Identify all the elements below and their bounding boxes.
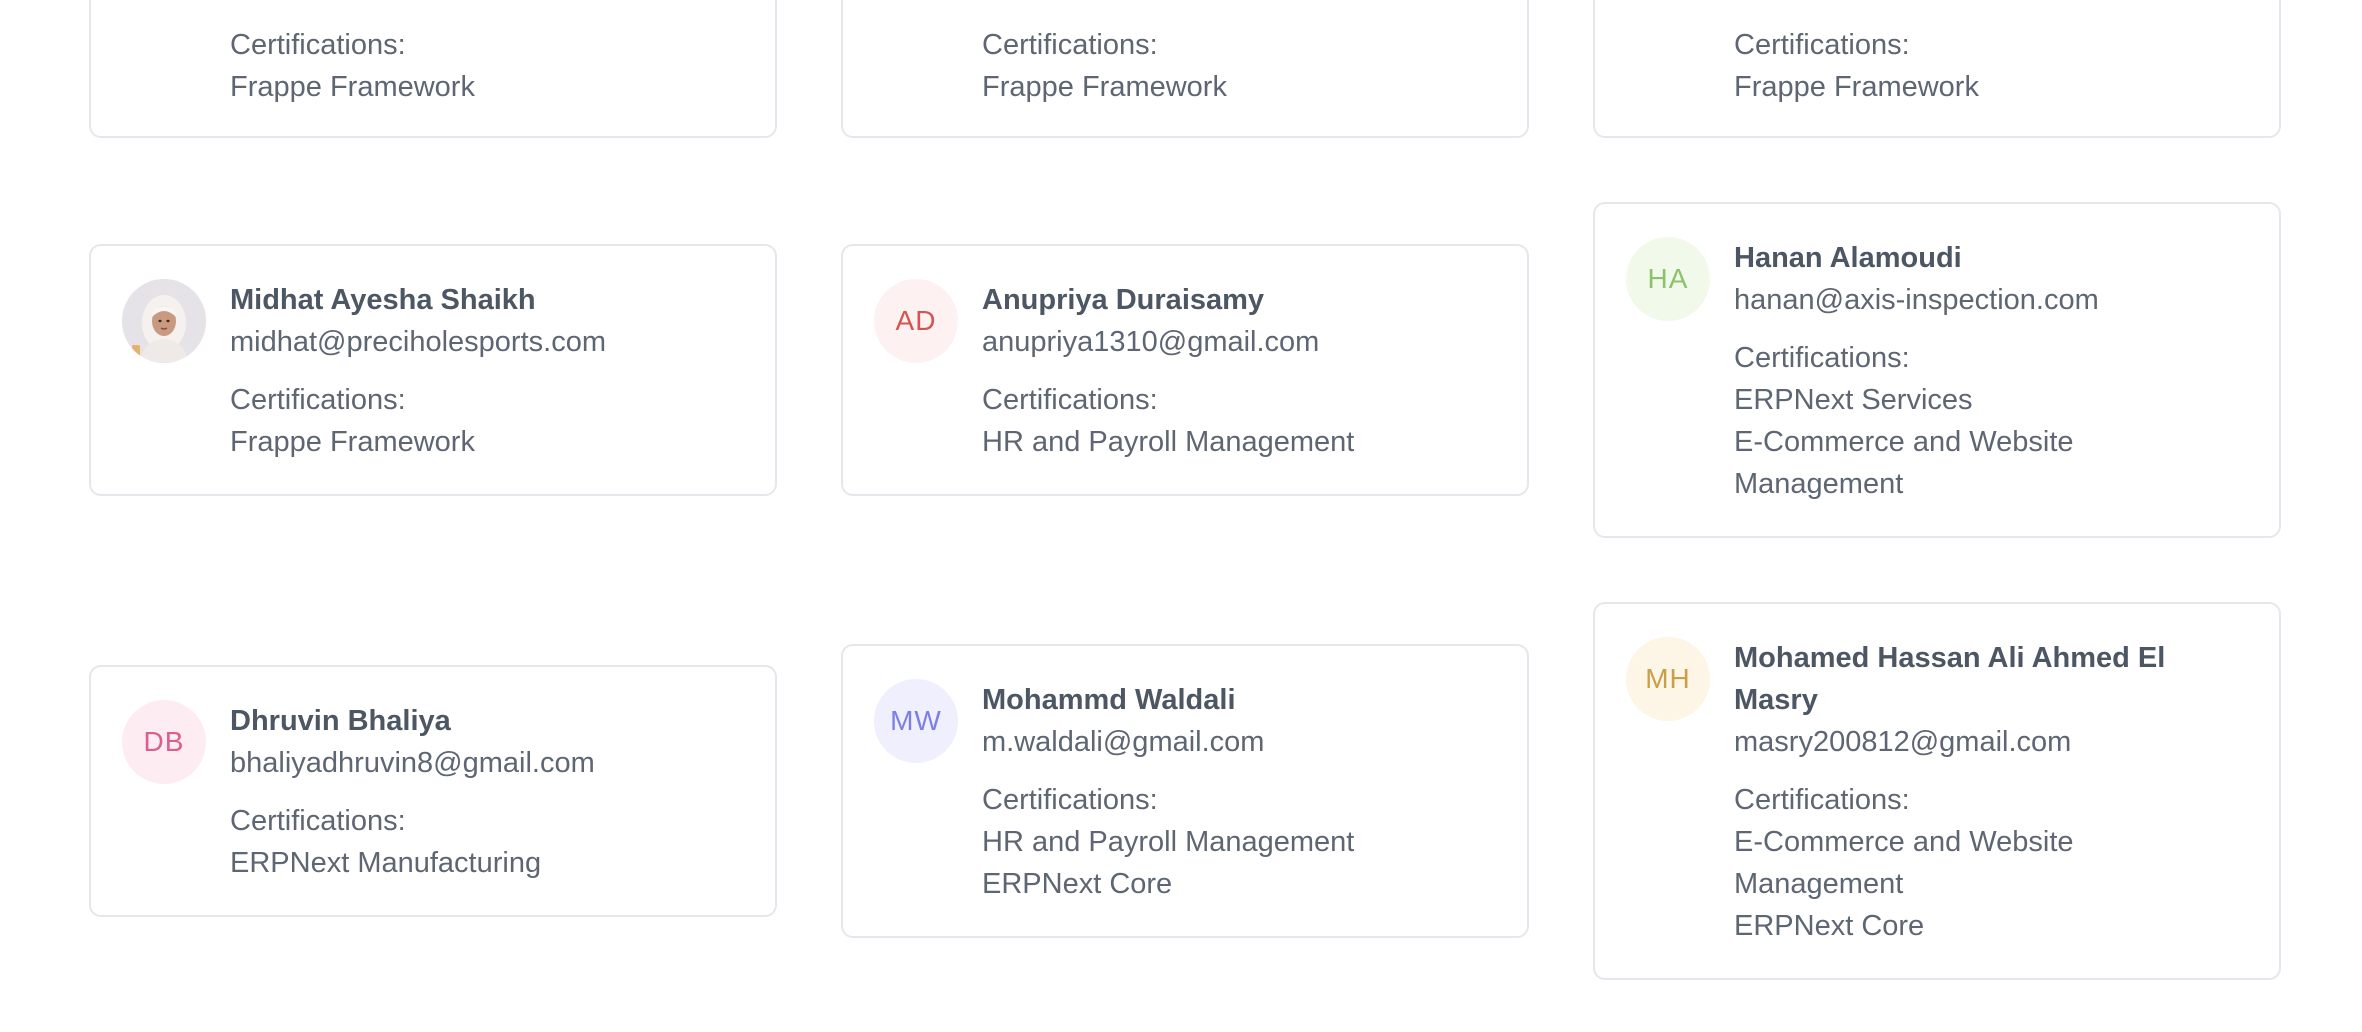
avatar: MH [1626,637,1710,721]
member-email: hanan@axis-inspection.com [1734,284,2099,316]
member-email: anupriya1310@gmail.com [982,326,1320,358]
member-name[interactable]: Mohamed Hassan Ali Ahmed El Masry [1734,637,2239,721]
certifications-label: Certifications: [1734,342,1910,374]
certifications-label: Certifications: [982,784,1158,816]
member-card[interactable]: MW Mohammd Waldali m.waldali@gmail.com C… [841,644,1529,938]
certification-item: ERPNext Services [1734,384,1973,416]
member-card[interactable]: HA Hanan Alamoudi hanan@axis-inspection.… [1593,202,2281,538]
certification-item: E-Commerce and Website Management [1734,426,2074,500]
member-card[interactable]: DB Dhruvin Bhaliya bhaliyadhruvin8@gmail… [89,665,777,917]
certifications-label: Certifications: [1734,29,1910,61]
member-email: midhat@preciholesports.com [230,326,606,358]
member-name[interactable]: Anupriya Duraisamy [982,279,1487,321]
certifications-label: Certifications: [230,805,406,837]
certification-item: ERPNext Manufacturing [230,847,542,879]
certification-item: E-Commerce and Website Management [1734,826,2074,900]
member-card[interactable]: Certifications: Frappe Framework [1593,0,2281,138]
certification-item: Frappe Framework [982,71,1227,103]
certifications-label: Certifications: [230,384,406,416]
member-email: masry200812@gmail.com [1734,726,2072,758]
person-photo-icon [122,279,206,363]
member-card[interactable]: MH Mohamed Hassan Ali Ahmed El Masry mas… [1593,602,2281,980]
certifications-label: Certifications: [982,384,1158,416]
member-card[interactable]: Certifications: Frappe Framework [841,0,1529,138]
partner-certifications-grid: Certifications: Frappe Framework Certifi… [0,0,2362,1032]
certification-item: Frappe Framework [230,426,475,458]
member-name[interactable]: Dhruvin Bhaliya [230,700,735,742]
certifications-label: Certifications: [230,29,406,61]
certification-item: Frappe Framework [1734,71,1979,103]
member-card[interactable]: AD Anupriya Duraisamy anupriya1310@gmail… [841,244,1529,496]
avatar-initials: MW [890,705,942,736]
certification-item: Frappe Framework [230,71,475,103]
avatar-initials: MH [1645,663,1691,694]
certification-item: ERPNext Core [1734,910,1925,942]
avatar: HA [1626,237,1710,321]
member-name[interactable]: Mohammd Waldali [982,679,1487,721]
avatar: DB [122,700,206,784]
certification-item: HR and Payroll Management [982,426,1355,458]
member-name[interactable]: Hanan Alamoudi [1734,237,2239,279]
avatar-initials: DB [143,726,185,757]
certification-item: ERPNext Core [982,868,1173,900]
certifications-label: Certifications: [1734,784,1910,816]
avatar-initials: AD [895,305,937,336]
member-card[interactable]: Midhat Ayesha Shaikh midhat@preciholespo… [89,244,777,496]
member-email: bhaliyadhruvin8@gmail.com [230,747,595,779]
avatar-initials: HA [1647,263,1689,294]
avatar: AD [874,279,958,363]
member-card[interactable]: Certifications: Frappe Framework [89,0,777,138]
member-email: m.waldali@gmail.com [982,726,1265,758]
member-name[interactable]: Midhat Ayesha Shaikh [230,279,735,321]
avatar: MW [874,679,958,763]
certification-item: HR and Payroll Management [982,826,1355,858]
certifications-label: Certifications: [982,29,1158,61]
